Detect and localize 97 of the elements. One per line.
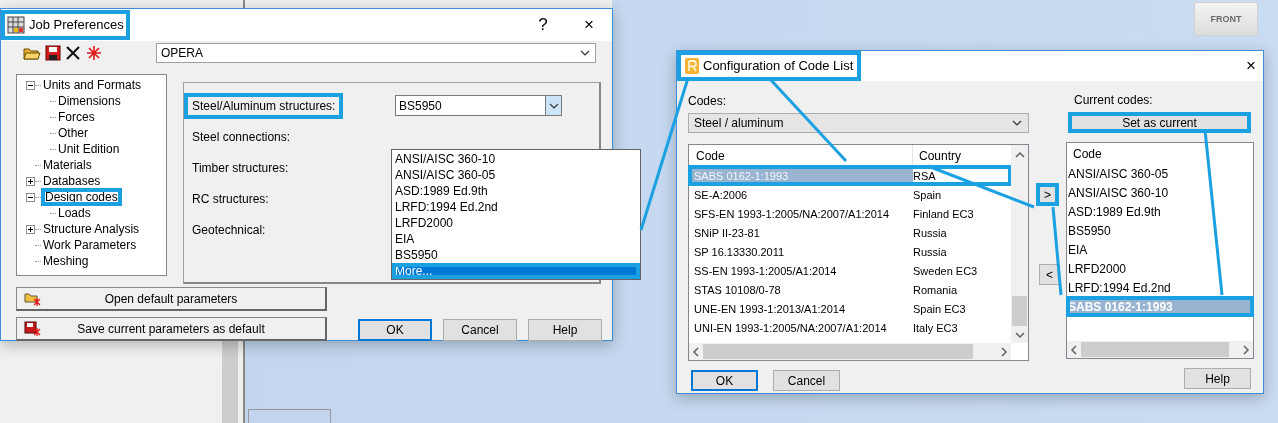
close-button[interactable]: ×: [566, 10, 612, 40]
dropdown-item[interactable]: EIA: [392, 231, 640, 247]
window-title: Configuration of Code List: [703, 59, 854, 73]
list-item[interactable]: ANSI/AISC 360-05: [1067, 164, 1253, 183]
chevron-up-icon[interactable]: [1014, 151, 1025, 159]
open-defaults-button[interactable]: Open default parameters: [16, 287, 327, 311]
dropdown-item[interactable]: LRFD2000: [392, 215, 640, 231]
field-label: Codes:: [688, 94, 728, 108]
sparkle-icon[interactable]: [85, 45, 103, 61]
list-item[interactable]: ANSI/AISC 360-10: [1067, 183, 1253, 202]
list-item[interactable]: LRFD2000: [1067, 259, 1253, 278]
app-logo-icon: [685, 58, 699, 74]
tree-item[interactable]: Structure Analysis: [41, 221, 142, 237]
delete-icon[interactable]: [65, 45, 81, 61]
column-header[interactable]: Code: [689, 145, 913, 166]
list-item[interactable]: EIA: [1067, 240, 1253, 259]
expand-icon[interactable]: [26, 176, 35, 186]
chevron-right-icon[interactable]: [1242, 344, 1250, 355]
dropdown-item[interactable]: LRFD:1994 Ed.2nd: [392, 199, 640, 215]
collapse-icon[interactable]: [26, 80, 35, 90]
dialog-button[interactable]: OK: [691, 370, 758, 391]
dropdown-item[interactable]: ANSI/AISC 360-10: [392, 151, 640, 167]
tree-item[interactable]: Databases: [41, 173, 103, 189]
tree-item[interactable]: Dimensions: [56, 93, 123, 109]
scrollbar-thumb[interactable]: [703, 344, 973, 359]
dropdown-item[interactable]: ASD:1989 Ed.9th: [392, 183, 640, 199]
window-title: Job Preferences: [29, 18, 124, 32]
field-label: Geotechnical:: [191, 221, 267, 239]
tree-item[interactable]: Materials: [41, 157, 94, 173]
dialog-button[interactable]: Cancel: [773, 370, 840, 391]
view-cube[interactable]: FRONT: [1194, 2, 1258, 36]
table-cell[interactable]: SFS-EN 1993-1:2005/NA:2007/A1:2014: [689, 204, 913, 223]
dialog-button[interactable]: Help: [528, 319, 602, 341]
scrollbar[interactable]: [1067, 341, 1253, 358]
tree-item[interactable]: Forces: [56, 109, 97, 125]
code-dropdown[interactable]: BS5950: [395, 95, 562, 116]
table-cell[interactable]: RSA: [913, 168, 936, 183]
save-defaults-button[interactable]: Save current parameters as default: [16, 317, 327, 341]
table-cell[interactable]: STAS 10108/0-78: [689, 280, 913, 299]
save-icon[interactable]: [45, 45, 61, 61]
list-item[interactable]: LRFD:1994 Ed.2nd: [1067, 278, 1253, 297]
folder-icon: [24, 291, 41, 307]
field-label: Timber structures:: [191, 159, 290, 177]
table-cell[interactable]: SNiP II-23-81: [689, 223, 913, 242]
table-cell[interactable]: SS-EN 1993-1:2005/A1:2014: [689, 261, 913, 280]
save-icon: [24, 321, 41, 337]
table-cell[interactable]: SP 16.13330.2011: [689, 242, 913, 261]
scrollbar[interactable]: [222, 340, 238, 423]
scrollbar-thumb[interactable]: [1081, 342, 1229, 357]
scrollbar-thumb[interactable]: [1012, 296, 1027, 326]
scrollbar[interactable]: [1011, 145, 1028, 343]
list-item[interactable]: ASD:1989 Ed.9th: [1067, 202, 1253, 221]
tree-item[interactable]: Work Parameters: [41, 237, 139, 253]
preset-dropdown[interactable]: OPERA: [156, 43, 596, 63]
table-cell[interactable]: Russia: [913, 225, 947, 240]
table-cell[interactable]: Finland EC3: [913, 206, 974, 221]
help-button[interactable]: ?: [520, 10, 566, 40]
table-cell[interactable]: Spain EC3: [913, 301, 966, 316]
tree-item[interactable]: Units and Formats: [41, 77, 144, 93]
table-cell[interactable]: UNE-EN 1993-1:2013/A1:2014: [689, 299, 913, 318]
list-item[interactable]: BS5950: [1067, 221, 1253, 240]
table-cell[interactable]: Italy EC3: [913, 320, 958, 335]
tree-item[interactable]: Other: [56, 125, 90, 141]
folder-icon[interactable]: [23, 45, 41, 61]
codes-dropdown[interactable]: Steel / aluminum: [688, 113, 1029, 133]
collapse-icon[interactable]: [26, 192, 35, 202]
tree-item[interactable]: Unit Edition: [56, 141, 122, 157]
help-button[interactable]: Help: [1184, 368, 1251, 389]
dropdown-item[interactable]: ANSI/AISC 360-05: [392, 167, 640, 183]
column-header[interactable]: Country: [913, 145, 962, 166]
expand-icon[interactable]: [26, 224, 35, 234]
tree-item[interactable]: Meshing: [41, 253, 91, 269]
field-label: Steel/Aluminum structures:: [184, 92, 344, 119]
table-cell[interactable]: Spain: [913, 187, 942, 202]
field-label: Steel connections:: [191, 128, 292, 146]
table-cell[interactable]: Sweden EC3: [913, 263, 978, 278]
table-cell[interactable]: Russia: [913, 244, 947, 259]
field-label: RC structures:: [191, 190, 270, 208]
dialog-button[interactable]: Cancel: [443, 319, 517, 341]
tree-item[interactable]: Loads: [56, 205, 93, 221]
chevron-left-icon[interactable]: [692, 346, 700, 357]
scrollbar[interactable]: [689, 343, 1011, 360]
set-current-button[interactable]: Set as current: [1068, 112, 1251, 133]
dropdown-item[interactable]: BS5950: [392, 247, 640, 263]
table-icon: [7, 16, 25, 34]
chevron-left-icon[interactable]: [1070, 344, 1078, 355]
close-button[interactable]: ×: [1239, 51, 1263, 81]
chevron-right-icon[interactable]: [1000, 346, 1008, 357]
table-cell[interactable]: Romania: [913, 282, 958, 297]
column-header[interactable]: Code: [1067, 143, 1253, 164]
table-cell[interactable]: SE-A:2006: [689, 185, 913, 204]
chevron-down-icon[interactable]: [1015, 331, 1025, 339]
move-button[interactable]: >: [1037, 184, 1058, 205]
dropdown-item[interactable]: More...: [392, 263, 640, 279]
dialog-button[interactable]: OK: [358, 319, 432, 341]
table-cell[interactable]: UNI-EN 1993-1:2005/NA:2007/A1:2014: [689, 318, 913, 337]
field-label: Current codes:: [1073, 93, 1154, 107]
